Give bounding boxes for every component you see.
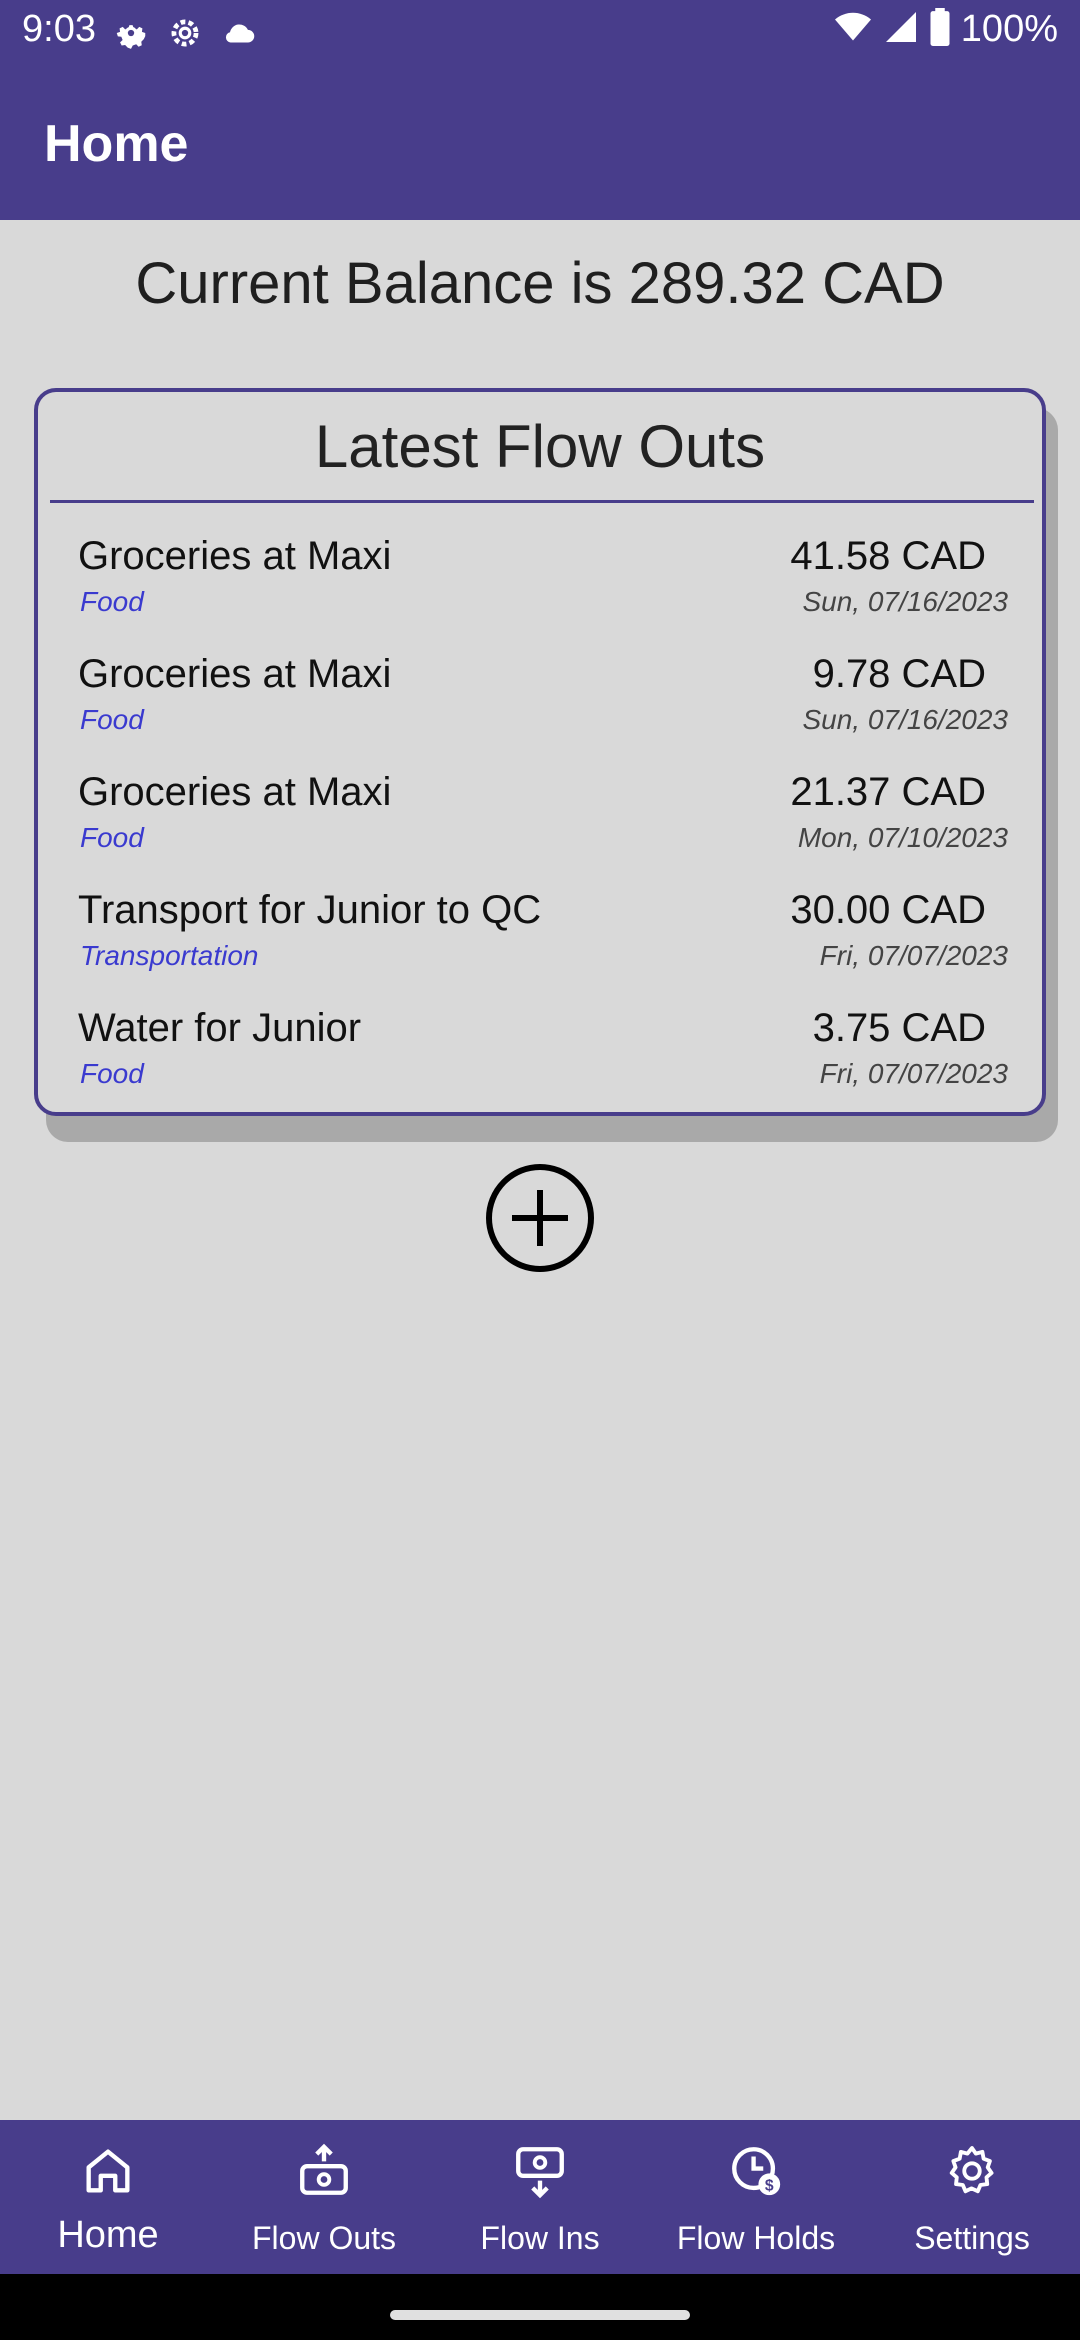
latest-flow-outs-card: Latest Flow Outs Groceries at Maxi Food … [34, 388, 1046, 1116]
svg-text:$: $ [765, 2177, 774, 2194]
battery-icon [929, 8, 951, 51]
nav-item-home[interactable]: Home [0, 2120, 216, 2274]
flow-out-item[interactable]: Groceries at Maxi Food 41.58 CAD Sun, 07… [38, 534, 1042, 652]
flow-ins-icon [511, 2142, 569, 2205]
nav-label-home: Home [57, 2214, 159, 2256]
flow-out-date: Fri, 07/07/2023 [819, 1058, 1008, 1089]
flow-out-category: Food [80, 586, 144, 617]
nav-label-flow-holds: Flow Holds [676, 2220, 836, 2256]
home-icon [79, 2142, 137, 2205]
flow-out-name: Groceries at Maxi [78, 770, 392, 814]
wifi-icon [833, 9, 873, 50]
page-title: Home [44, 115, 189, 173]
plus-circle-icon [484, 1164, 596, 1278]
card-divider [50, 500, 1034, 503]
nav-label-flow-outs: Flow Outs [251, 2220, 397, 2256]
gear-icon [112, 14, 150, 57]
card-title: Latest Flow Outs [314, 413, 766, 480]
current-balance: Current Balance is 289.32 CAD [135, 251, 945, 316]
flow-out-amount: 9.78 CAD [812, 652, 986, 696]
flow-out-name: Transport for Junior to QC [78, 888, 542, 932]
nav-label-flow-ins: Flow Ins [480, 2220, 600, 2256]
flow-out-date: Fri, 07/07/2023 [819, 940, 1008, 971]
flow-out-category: Transportation [80, 940, 259, 971]
status-bar: 9:03 100% [0, 0, 1080, 66]
flow-out-name: Groceries at Maxi [78, 652, 392, 696]
flow-out-amount: 3.75 CAD [812, 1006, 986, 1050]
nav-item-flow-holds[interactable]: $ Flow Holds [648, 2120, 864, 2274]
bottom-navigation: Home Flow Outs Flow Ins $ Flow Holds Set… [0, 2120, 1080, 2274]
flow-out-item[interactable]: Transport for Junior to QC Transportatio… [38, 888, 1042, 1006]
battery-percentage: 100% [960, 8, 1058, 50]
flow-out-name: Groceries at Maxi [78, 534, 392, 578]
nav-label-settings: Settings [914, 2220, 1030, 2256]
flow-outs-icon [295, 2142, 353, 2205]
flow-out-item[interactable]: Groceries at Maxi Food 21.37 CAD Mon, 07… [38, 770, 1042, 888]
flow-out-date: Mon, 07/10/2023 [797, 822, 1008, 853]
app-bar: Home [0, 66, 1080, 220]
flow-out-category: Food [80, 822, 144, 853]
signal-icon [883, 9, 919, 50]
flow-out-date: Sun, 07/16/2023 [802, 704, 1008, 735]
flow-out-category: Food [80, 704, 144, 735]
flow-out-amount: 41.58 CAD [790, 534, 986, 578]
home-gesture-handle[interactable] [390, 2310, 690, 2320]
nav-item-flow-outs[interactable]: Flow Outs [216, 2120, 432, 2274]
flow-out-item[interactable]: Water for Junior Food 3.75 CAD Fri, 07/0… [38, 1006, 1042, 1124]
flow-out-date: Sun, 07/16/2023 [802, 586, 1008, 617]
cloud-icon [220, 14, 260, 57]
flow-out-name: Water for Junior [78, 1006, 362, 1050]
nav-item-flow-ins[interactable]: Flow Ins [432, 2120, 648, 2274]
settings-icon [943, 2142, 1001, 2205]
flow-out-amount: 21.37 CAD [790, 770, 986, 814]
flow-out-amount: 30.00 CAD [790, 888, 986, 932]
flow-out-category: Food [80, 1058, 144, 1089]
nav-item-settings[interactable]: Settings [864, 2120, 1080, 2274]
status-time: 9:03 [22, 8, 96, 50]
system-navigation-bar [0, 2274, 1080, 2340]
add-flow-out-button[interactable] [484, 1162, 596, 1274]
flow-holds-icon: $ [727, 2142, 785, 2205]
flow-out-item[interactable]: Groceries at Maxi Food 9.78 CAD Sun, 07/… [38, 652, 1042, 770]
gear-outline-icon [166, 14, 204, 57]
